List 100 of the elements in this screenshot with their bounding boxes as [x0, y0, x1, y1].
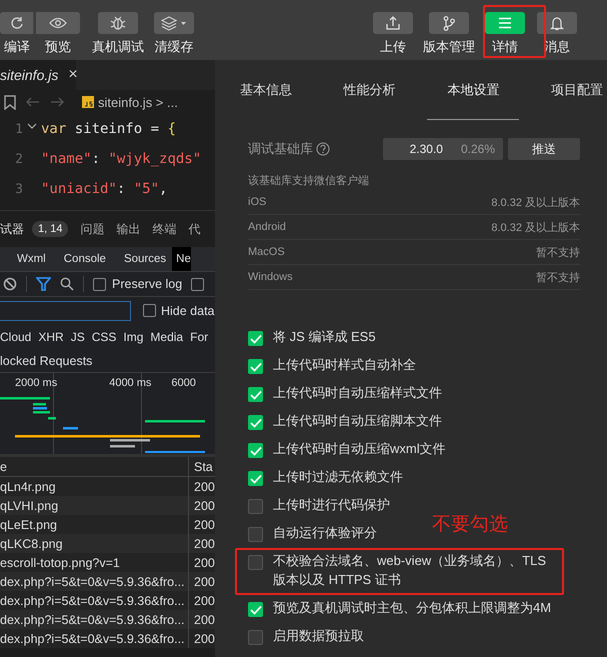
filter-field[interactable]: [0, 300, 131, 320]
checkbox[interactable]: [93, 278, 106, 290]
checkbox[interactable]: [248, 527, 263, 542]
platform-support: 暂不支持: [536, 246, 580, 260]
eye-icon: [49, 17, 67, 29]
menu-icon: [498, 17, 512, 29]
details-tab[interactable]: 基本信息: [240, 60, 312, 120]
fold-chevron-icon[interactable]: [27, 123, 37, 129]
checkbox[interactable]: [248, 499, 263, 514]
line-number: 2: [14, 152, 23, 166]
platform-support: 8.0.32 及以上版本: [491, 220, 580, 234]
help-icon[interactable]: [316, 142, 330, 156]
details-tab[interactable]: 本地设置: [427, 60, 520, 120]
checkbox[interactable]: [248, 630, 263, 645]
checkbox[interactable]: [248, 387, 263, 402]
table-cell-text: 200: [193, 594, 215, 608]
code-line: "uniacid": "5",: [41, 181, 168, 197]
details-tab[interactable]: 性能分析: [324, 60, 416, 120]
checkbox[interactable]: [248, 331, 263, 346]
code-line: "name": "wjyk_zqds": [41, 151, 202, 167]
column-header[interactable]: e: [0, 457, 189, 476]
checkbox[interactable]: [248, 555, 263, 570]
time-tick: 2000 ms: [15, 377, 58, 389]
table-cell-text: 200: [193, 556, 215, 570]
devtools-tab[interactable]: Wxml: [0, 247, 52, 271]
checkbox[interactable]: [248, 471, 263, 486]
panel-tab[interactable]: 问题: [80, 220, 104, 238]
details-button[interactable]: [485, 12, 525, 34]
breadcrumb[interactable]: siteinfo.js > ...: [98, 94, 178, 110]
devtools-tab[interactable]: Console: [52, 247, 112, 271]
bookmark-icon[interactable]: [4, 94, 16, 110]
checkbox-label: Hide data: [161, 304, 215, 318]
line-number: 1: [14, 122, 23, 136]
panel-tab[interactable]: 终端: [152, 220, 176, 238]
option-label: 上传代码时自动压缩脚本文件: [273, 412, 442, 430]
option-label: 上传代码时自动压缩样式文件: [273, 384, 442, 402]
clear-cache-button[interactable]: [154, 12, 194, 34]
toolbar-label: 真机调试: [92, 38, 144, 56]
toolbar-label: 预览: [45, 38, 71, 56]
filter-icon[interactable]: [36, 277, 51, 291]
table-cell-text: 200: [193, 518, 215, 532]
time-tick: 4000 ms: [109, 377, 152, 389]
type-filter[interactable]: Cloud: [0, 330, 32, 344]
type-filter[interactable]: XHR: [38, 330, 64, 344]
type-filter[interactable]: CSS: [92, 330, 116, 344]
column-header[interactable]: Sta: [189, 460, 213, 474]
devtools-tab[interactable]: Sources: [112, 247, 172, 271]
option-label: 上传代码时样式自动补全: [273, 356, 416, 374]
checkbox-label: locked Requests: [0, 354, 92, 368]
type-filter[interactable]: Media: [150, 330, 184, 344]
support-title: 该基础库支持微信客户端: [248, 174, 370, 189]
upload-icon: [386, 16, 400, 30]
layers-dropdown-icon: [161, 15, 187, 31]
option-label: 将 JS 编译成 ES5: [273, 328, 376, 346]
platform-name: Windows: [248, 271, 293, 283]
bug-icon: [110, 15, 126, 31]
forward-icon[interactable]: [50, 97, 64, 107]
option-label: 自动运行体验评分: [273, 524, 377, 542]
checkbox[interactable]: [248, 443, 263, 458]
option-label: 上传代码时自动压缩wxml文件: [273, 440, 446, 458]
platform-name: iOS: [248, 196, 266, 208]
details-tab[interactable]: 项目配置: [530, 60, 603, 120]
compile-button[interactable]: [0, 12, 34, 34]
platform-support: 8.0.32 及以上版本: [491, 196, 580, 210]
checkbox[interactable]: [191, 278, 204, 290]
push-button[interactable]: 推送: [508, 138, 580, 160]
checkbox[interactable]: [248, 415, 263, 430]
line-number: 3: [14, 182, 23, 196]
block-icon[interactable]: [3, 277, 17, 291]
file-tab[interactable]: siteinfo.js ×: [0, 60, 76, 90]
type-filter[interactable]: Img: [123, 330, 144, 344]
messages-button[interactable]: [537, 12, 577, 34]
checkbox[interactable]: [248, 602, 263, 617]
platform-support: 暂不支持: [536, 270, 580, 284]
toolbar-label: 版本管理: [423, 38, 475, 56]
table-cell-text: 200: [193, 574, 215, 588]
type-filter[interactable]: For: [190, 330, 208, 344]
back-icon[interactable]: [26, 97, 40, 107]
device-debug-button[interactable]: [98, 12, 138, 34]
option-label: 启用数据预拉取: [273, 627, 364, 645]
checkbox[interactable]: [248, 359, 263, 374]
close-icon[interactable]: ×: [68, 66, 78, 84]
panel-tab[interactable]: 输出: [116, 220, 140, 238]
panel-tab[interactable]: 代: [188, 220, 200, 238]
table-cell-text: 200: [193, 480, 215, 494]
checkbox-label: Preserve log: [112, 277, 182, 291]
version-button[interactable]: [429, 12, 469, 34]
table-cell-text: 200: [193, 612, 215, 626]
version-select[interactable]: 2.30.0 0.26%: [383, 138, 503, 160]
devtools-tab[interactable]: Ne: [172, 247, 191, 271]
upload-button[interactable]: [373, 12, 413, 34]
checkbox[interactable]: [143, 304, 156, 317]
platform-name: MacOS: [248, 246, 285, 258]
table-cell-text: 200: [193, 536, 215, 550]
library-label: 调试基础库: [248, 140, 313, 158]
type-filter[interactable]: JS: [70, 330, 85, 344]
search-icon[interactable]: [60, 277, 74, 291]
preview-button[interactable]: [36, 12, 80, 34]
branch-icon: [443, 16, 455, 30]
js-file-icon: [82, 96, 94, 108]
